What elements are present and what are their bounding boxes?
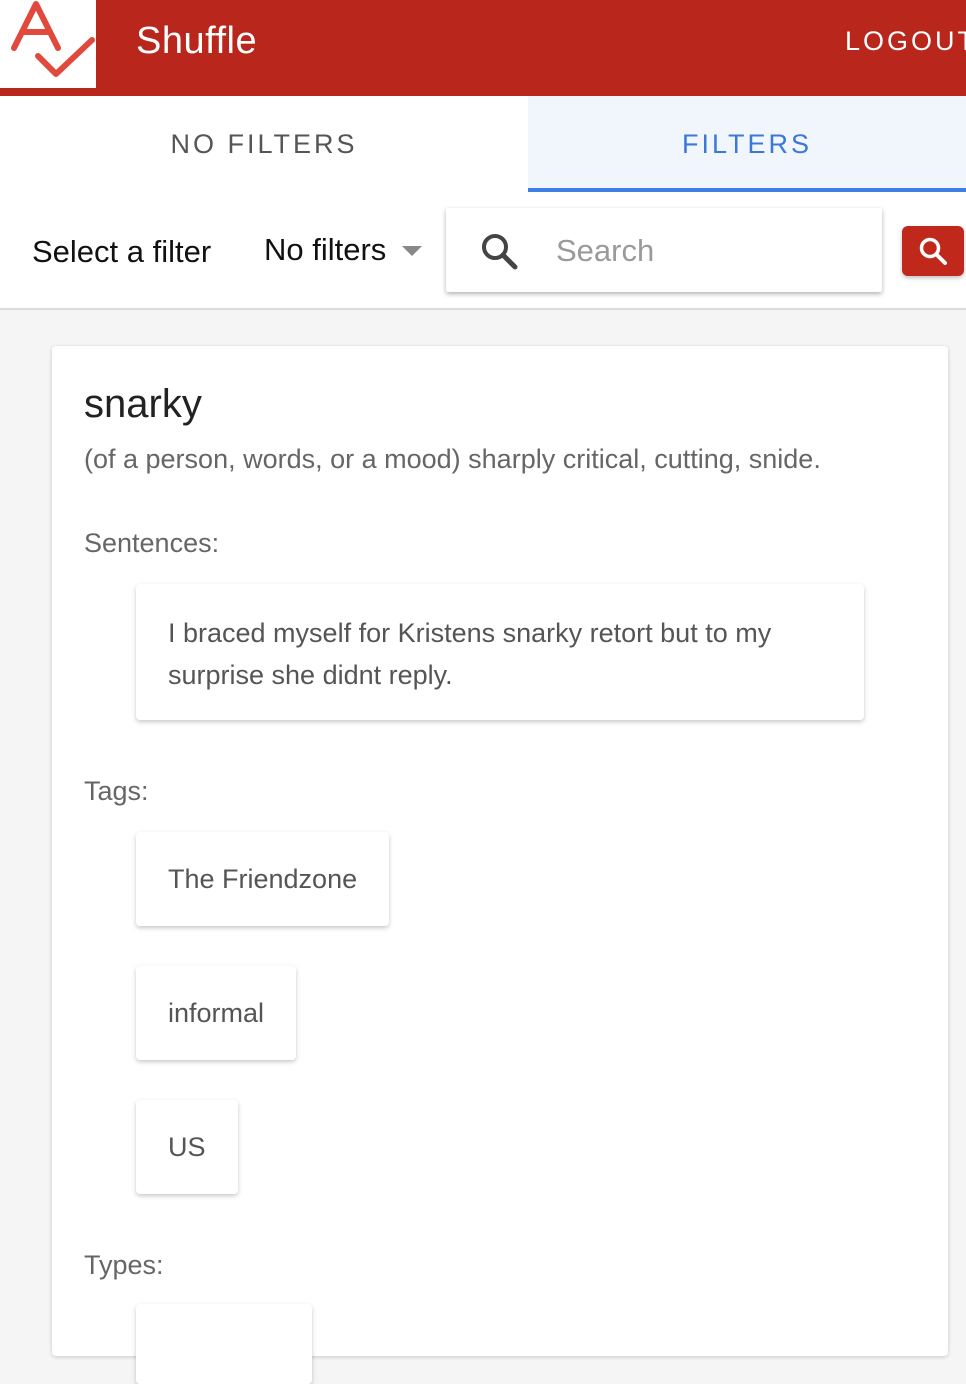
filter-tabs: NO FILTERS FILTERS: [0, 96, 966, 192]
search-button-icon: [919, 237, 947, 265]
sentences-label: Sentences:: [84, 528, 220, 558]
word-title: snarky: [84, 382, 202, 426]
search-box[interactable]: [446, 208, 882, 292]
tags-label: Tags:: [84, 776, 149, 806]
type-chip[interactable]: [136, 1304, 312, 1384]
word-definition: (of a person, words, or a mood) sharply …: [84, 444, 821, 474]
tag-chip[interactable]: informal: [136, 966, 297, 1060]
tab-filters[interactable]: FILTERS: [528, 96, 966, 192]
types-label: Types:: [84, 1250, 164, 1280]
search-input[interactable]: [554, 226, 868, 276]
tab-no-filters[interactable]: NO FILTERS: [0, 96, 528, 192]
search-button[interactable]: [902, 226, 964, 276]
search-icon: [482, 234, 518, 270]
app-bar: Shuffle LOGOUT: [0, 0, 966, 96]
filter-bar: Select a filter No filters: [0, 192, 966, 310]
logout-button[interactable]: LOGOUT: [845, 26, 966, 57]
word-card: snarky (of a person, words, or a mood) s…: [52, 346, 948, 1384]
tag-chip[interactable]: The Friendzone: [136, 832, 390, 926]
filter-select[interactable]: No filters: [264, 232, 386, 268]
sentence-chip[interactable]: I braced myself for Kristens snarky reto…: [136, 584, 864, 720]
app-title: Shuffle: [136, 20, 258, 62]
logo-icon[interactable]: [0, 0, 96, 88]
tag-chip[interactable]: US: [136, 1100, 238, 1194]
dropdown-caret-icon[interactable]: [402, 246, 422, 256]
filter-label: Select a filter: [32, 234, 212, 269]
